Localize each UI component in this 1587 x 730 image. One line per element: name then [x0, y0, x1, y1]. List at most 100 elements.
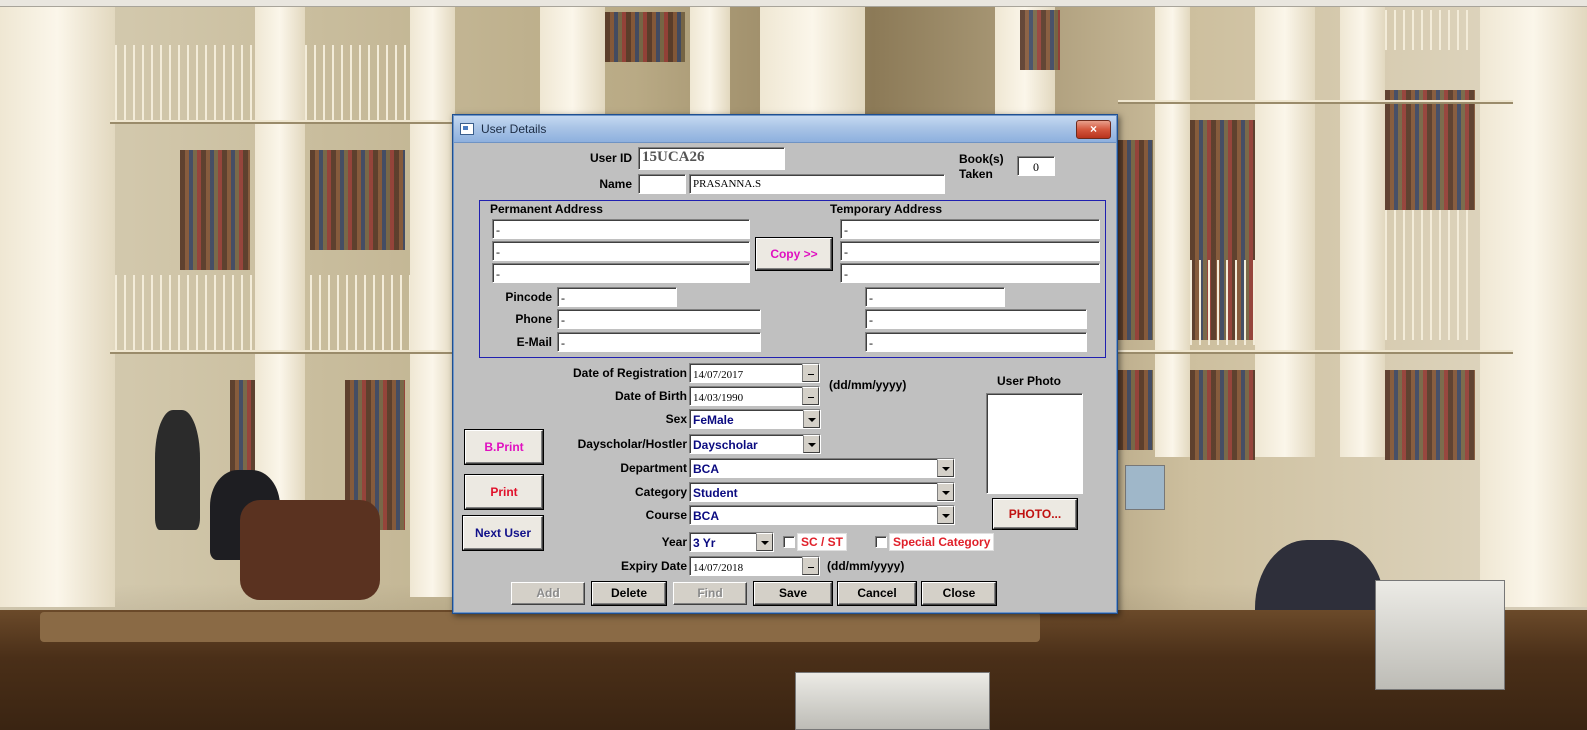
temporary-address-line-2[interactable]: - — [840, 241, 1100, 261]
wallpaper-balustrade — [1385, 10, 1475, 50]
user-id-label: User ID — [589, 151, 632, 165]
sex-value: FeMale — [693, 413, 734, 427]
name-label: Name — [599, 177, 632, 191]
wallpaper-monitor — [1375, 580, 1505, 690]
expiry-date-value: 14/07/2018 — [693, 562, 744, 574]
date-spin-icon[interactable] — [802, 364, 819, 382]
name-prefix-field[interactable] — [638, 174, 686, 194]
window-icon — [460, 123, 474, 135]
print-button[interactable]: Print — [465, 475, 543, 509]
chevron-down-icon[interactable] — [803, 410, 820, 428]
close-button[interactable]: Close — [922, 582, 996, 605]
wallpaper-bookshelf — [180, 150, 250, 270]
scst-checkbox[interactable] — [783, 536, 795, 548]
year-value: 3 Yr — [693, 536, 716, 550]
email-label: E-Mail — [516, 335, 552, 349]
sex-select[interactable]: FeMale — [689, 409, 821, 429]
wallpaper-bookshelf — [1385, 90, 1475, 210]
year-select[interactable]: 3 Yr — [689, 532, 774, 552]
wallpaper-column — [1155, 7, 1190, 457]
dayscholar-select[interactable]: Dayscholar — [689, 434, 821, 454]
expiry-date-picker[interactable]: 14/07/2018 — [689, 556, 820, 576]
scst-label[interactable]: SC / ST — [797, 533, 848, 551]
course-select[interactable]: BCA — [689, 505, 955, 525]
wallpaper-bookshelf — [1190, 370, 1255, 460]
date-spin-icon[interactable] — [802, 557, 819, 575]
chevron-down-icon[interactable] — [937, 506, 954, 524]
dob-label: Date of Birth — [615, 389, 687, 403]
wallpaper-person — [155, 410, 200, 530]
wallpaper-balustrade — [115, 45, 255, 120]
dob-picker[interactable]: 14/03/1990 — [689, 386, 820, 406]
permanent-address-title: Permanent Address — [490, 202, 603, 216]
dob-value: 14/03/1990 — [693, 392, 744, 404]
name-field[interactable]: PRASANNA.S — [689, 174, 945, 194]
expiry-date-label: Expiry Date — [620, 559, 687, 573]
special-category-label[interactable]: Special Category — [889, 533, 995, 551]
wallpaper-column — [410, 7, 455, 597]
department-value: BCA — [693, 462, 719, 476]
wallpaper-monitor — [795, 672, 990, 730]
phone-label: Phone — [515, 312, 552, 326]
permanent-address-line-2[interactable]: - — [492, 241, 750, 261]
address-group: Permanent Address Temporary Address - - … — [479, 200, 1106, 358]
user-photo-label: User Photo — [997, 374, 1062, 388]
special-category-checkbox[interactable] — [875, 536, 887, 548]
registration-date-value: 14/07/2017 — [693, 369, 744, 381]
chevron-down-icon[interactable] — [937, 459, 954, 477]
books-taken-label-2: Taken — [959, 167, 993, 181]
next-user-button[interactable]: Next User — [463, 516, 543, 550]
chevron-down-icon[interactable] — [756, 533, 773, 551]
temporary-address-line-1[interactable]: - — [840, 219, 1100, 239]
department-select[interactable]: BCA — [689, 458, 955, 478]
photo-button[interactable]: PHOTO... — [993, 499, 1077, 529]
wallpaper-bookshelf — [605, 12, 685, 62]
close-window-button[interactable]: × — [1076, 120, 1111, 139]
wallpaper-balustrade — [305, 45, 410, 120]
expiry-format-hint: (dd/mm/yyyy) — [827, 559, 905, 573]
temp-phone-field[interactable]: - — [865, 309, 1087, 329]
temporary-address-title: Temporary Address — [830, 202, 943, 216]
category-value: Student — [693, 486, 738, 500]
books-taken-label: Book(s) — [959, 152, 1004, 166]
wallpaper-rail — [110, 350, 455, 354]
add-button[interactable]: Add — [511, 582, 585, 605]
chevron-down-icon[interactable] — [937, 483, 954, 501]
bprint-button[interactable]: B.Print — [465, 430, 543, 464]
wallpaper-column — [540, 7, 605, 117]
find-button[interactable]: Find — [673, 582, 747, 605]
wallpaper-bookshelf — [230, 380, 255, 480]
pincode-field[interactable]: - — [557, 287, 677, 307]
wallpaper-column — [1480, 7, 1587, 607]
wallpaper-column — [760, 7, 865, 117]
wallpaper-balustrade — [1190, 260, 1255, 345]
dialog-titlebar[interactable]: User Details × — [454, 116, 1116, 143]
wallpaper-bookshelf — [310, 150, 405, 250]
permanent-address-line-1[interactable]: - — [492, 219, 750, 239]
copy-address-button[interactable]: Copy >> — [756, 238, 832, 270]
wallpaper-bookshelf — [1118, 370, 1153, 450]
email-field[interactable]: - — [557, 332, 761, 352]
wallpaper-rail — [110, 120, 455, 124]
dialog-title: User Details — [481, 122, 547, 136]
phone-field[interactable]: - — [557, 309, 761, 329]
user-id-field[interactable]: 15UCA26 — [638, 147, 785, 170]
wallpaper-monitor — [1125, 465, 1165, 510]
registration-date-picker[interactable]: 14/07/2017 — [689, 363, 820, 383]
cancel-button[interactable]: Cancel — [838, 582, 916, 605]
dayscholar-value: Dayscholar — [693, 438, 758, 452]
wallpaper-balustrade — [115, 275, 255, 350]
wallpaper-column — [690, 7, 730, 117]
temporary-address-line-3[interactable]: - — [840, 263, 1100, 283]
save-button[interactable]: Save — [754, 582, 832, 605]
permanent-address-line-3[interactable]: - — [492, 263, 750, 283]
registration-date-label: Date of Registration — [572, 366, 687, 380]
wallpaper-column — [1255, 7, 1315, 457]
temp-pincode-field[interactable]: - — [865, 287, 1005, 307]
temp-email-field[interactable]: - — [865, 332, 1087, 352]
category-select[interactable]: Student — [689, 482, 955, 502]
date-spin-icon[interactable] — [802, 387, 819, 405]
delete-button[interactable]: Delete — [592, 582, 666, 605]
sex-label: Sex — [665, 412, 687, 426]
chevron-down-icon[interactable] — [803, 435, 820, 453]
